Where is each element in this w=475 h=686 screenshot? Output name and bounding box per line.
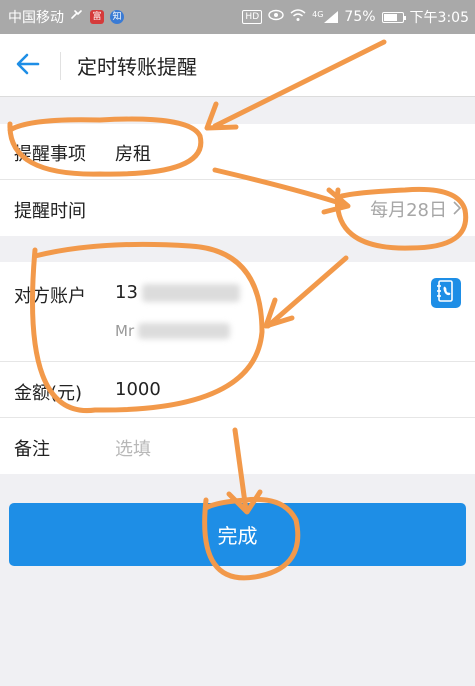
status-bar-left: 中国移动 富 知: [8, 0, 124, 34]
reminder-time-label: 提醒时间: [14, 201, 86, 222]
done-button[interactable]: 完成: [9, 503, 466, 566]
note-row[interactable]: 备注 选填: [0, 418, 475, 474]
note-input[interactable]: 选填: [115, 435, 151, 461]
reminder-time-row[interactable]: 提醒时间 每月28日: [0, 180, 475, 236]
hd-icon: HD: [242, 10, 263, 24]
counterparty-account[interactable]: 13: [115, 282, 240, 303]
reminder-time-picker[interactable]: 每月28日: [370, 196, 462, 222]
status-bar: 中国移动 富 知 HD 4G 75% 下午3:05: [0, 0, 475, 34]
header-divider: [60, 52, 61, 80]
eye-icon: [268, 9, 284, 25]
counterparty-label: 对方账户: [14, 286, 86, 307]
battery-icon: [381, 11, 406, 23]
carrier-name: 中国移动: [8, 10, 64, 26]
back-button[interactable]: [12, 50, 44, 82]
battery-fill: [383, 13, 398, 21]
battery-percent: 75%: [344, 9, 376, 25]
amount-row[interactable]: 金额(元) 1000: [0, 362, 475, 418]
masked-account: [141, 283, 240, 302]
masked-name: [138, 323, 231, 339]
app-badge-icon-2: 知: [110, 10, 124, 24]
account-number: 13: [115, 282, 138, 303]
network-type: 4G: [312, 10, 324, 19]
reminder-item-row[interactable]: 提醒事项 房租: [0, 124, 475, 180]
app-badge-icon: 富: [90, 10, 104, 24]
counterparty-row: 对方账户 13 Mr: [0, 262, 475, 362]
header: 定时转账提醒: [0, 34, 475, 97]
amount-input[interactable]: 1000: [115, 379, 161, 400]
signal-icon: 4G: [312, 10, 339, 23]
counterparty-name: Mr: [115, 322, 231, 340]
transfer-section: 对方账户 13 Mr 金额(元) 1000 备注 选填: [0, 262, 475, 474]
reminder-section: 提醒事项 房租 提醒时间 每月28日: [0, 124, 475, 236]
amount-label: 金额(元): [14, 383, 83, 404]
contacts-button[interactable]: [431, 278, 461, 308]
page-title: 定时转账提醒: [77, 55, 197, 79]
clock: 下午3:05: [409, 10, 469, 26]
arrow-left-icon: [16, 53, 40, 79]
wifi-icon: [290, 8, 306, 26]
contact-book-icon: [436, 280, 456, 306]
account-name: Mr: [115, 322, 135, 340]
reminder-item-input[interactable]: 房租: [115, 140, 151, 166]
status-bar-right: HD 4G 75% 下午3:05: [242, 0, 469, 34]
reminder-item-label: 提醒事项: [14, 144, 86, 165]
link-icon: [70, 8, 84, 26]
reminder-time-value: 每月28日: [370, 200, 447, 221]
chevron-right-icon: [453, 199, 462, 220]
note-label: 备注: [14, 439, 50, 460]
